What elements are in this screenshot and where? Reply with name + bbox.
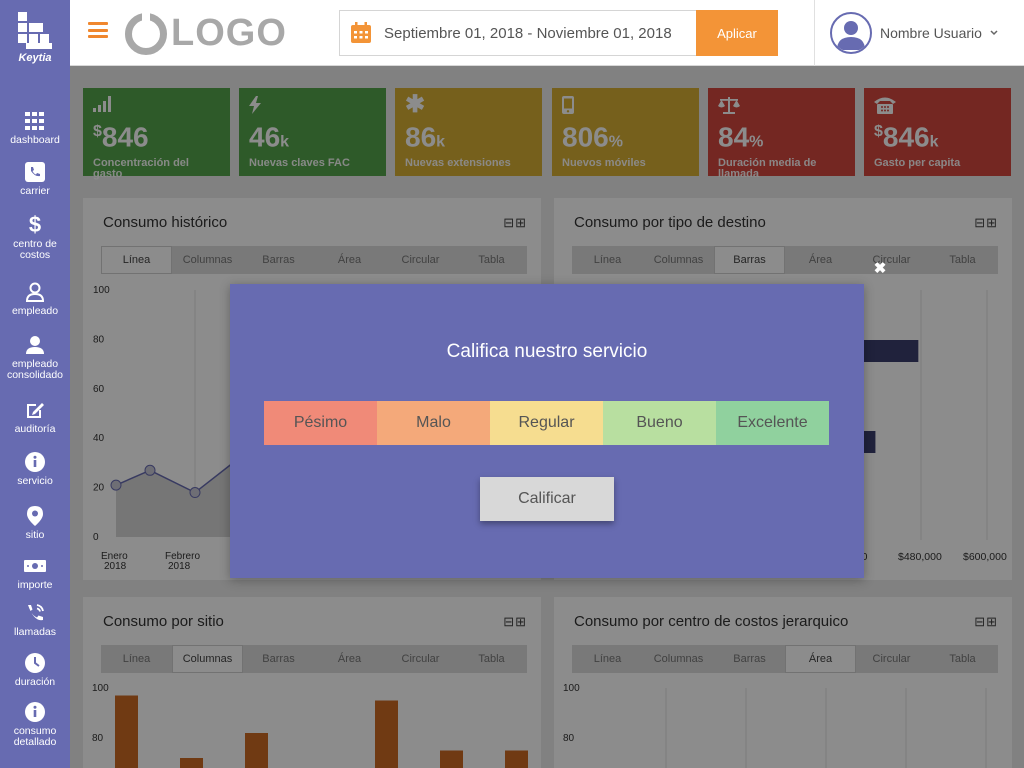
sidebar: Keytia dashboard carrier $ centro de cos… xyxy=(0,0,70,768)
brand-name: Keytia xyxy=(18,51,52,64)
rating-options: Pésimo Malo Regular Bueno Excelente xyxy=(264,401,829,445)
rating-modal: Califica nuestro servicio Pésimo Malo Re… xyxy=(230,284,864,578)
sidebar-item-servicio[interactable]: servicio xyxy=(0,451,70,487)
grid-icon xyxy=(24,110,46,132)
sidebar-item-duracion[interactable]: duración xyxy=(0,652,70,688)
top-header: LOGO Septiembre 01, 2018 - Noviembre 01,… xyxy=(70,0,1024,66)
sidebar-item-label: empleado consolidado xyxy=(6,358,64,381)
sidebar-item-auditoria[interactable]: auditoría xyxy=(0,399,70,435)
sidebar-item-label: empleado xyxy=(11,305,59,317)
date-range-picker[interactable]: Septiembre 01, 2018 - Noviembre 01, 2018 xyxy=(339,10,697,56)
sidebar-item-label: llamadas xyxy=(13,626,57,638)
sidebar-item-label: sitio xyxy=(25,529,45,541)
user-name: Nombre Usuario xyxy=(880,25,982,41)
sidebar-item-label: consumo detallado xyxy=(13,725,57,748)
sidebar-item-label: importe xyxy=(17,579,53,591)
user-outline-icon xyxy=(24,281,46,303)
user-solid-icon xyxy=(24,334,46,356)
logo-text: LOGO xyxy=(171,12,287,54)
info-icon xyxy=(24,451,46,473)
sidebar-item-label: duración xyxy=(14,676,56,688)
sidebar-item-label: servicio xyxy=(17,475,53,487)
phone-ring-icon xyxy=(24,602,46,624)
sidebar-item-label: dashboard xyxy=(10,134,60,146)
brand-logo[interactable]: Keytia xyxy=(0,0,70,75)
apply-button[interactable]: Aplicar xyxy=(696,10,778,56)
money-icon xyxy=(24,555,46,577)
clock-icon xyxy=(24,652,46,674)
rating-option-excelente[interactable]: Excelente xyxy=(716,401,829,445)
sidebar-item-centro-de-costos[interactable]: $ centro de costos xyxy=(0,212,70,261)
map-pin-icon xyxy=(24,505,46,527)
rating-option-pesimo[interactable]: Pésimo xyxy=(264,401,377,445)
rating-option-regular[interactable]: Regular xyxy=(490,401,603,445)
sidebar-item-importe[interactable]: importe xyxy=(0,555,70,591)
logo-ring-icon xyxy=(125,10,167,55)
sidebar-item-dashboard[interactable]: dashboard xyxy=(0,110,70,146)
close-icon[interactable]: ✖ xyxy=(873,261,887,276)
dollar-icon: $ xyxy=(28,212,42,237)
keytia-logo-icon xyxy=(18,11,52,50)
sidebar-item-empleado-consolidado[interactable]: empleado consolidado xyxy=(0,334,70,381)
info-icon xyxy=(24,701,46,723)
sidebar-item-sitio[interactable]: sitio xyxy=(0,505,70,541)
phone-icon xyxy=(24,161,46,183)
company-logo: LOGO xyxy=(125,10,287,55)
avatar xyxy=(830,12,872,54)
rating-option-bueno[interactable]: Bueno xyxy=(603,401,716,445)
rating-option-malo[interactable]: Malo xyxy=(377,401,490,445)
sidebar-item-empleado[interactable]: empleado xyxy=(0,281,70,317)
calendar-icon xyxy=(351,22,371,43)
sidebar-item-label: auditoría xyxy=(14,423,56,435)
modal-title: Califica nuestro servicio xyxy=(446,341,648,362)
edit-icon xyxy=(24,399,46,421)
hamburger-menu-icon[interactable] xyxy=(88,22,108,38)
calificar-button[interactable]: Calificar xyxy=(480,477,614,521)
sidebar-item-label: carrier xyxy=(20,185,50,197)
sidebar-item-label: centro de costos xyxy=(13,238,57,261)
sidebar-item-llamadas[interactable]: llamadas xyxy=(0,602,70,638)
chevron-down-icon xyxy=(990,30,998,36)
sidebar-item-carrier[interactable]: carrier xyxy=(0,161,70,197)
date-range-text: Septiembre 01, 2018 - Noviembre 01, 2018 xyxy=(384,24,672,42)
user-menu[interactable]: Nombre Usuario xyxy=(814,0,1024,66)
sidebar-item-consumo-detallado[interactable]: consumo detallado xyxy=(0,701,70,748)
